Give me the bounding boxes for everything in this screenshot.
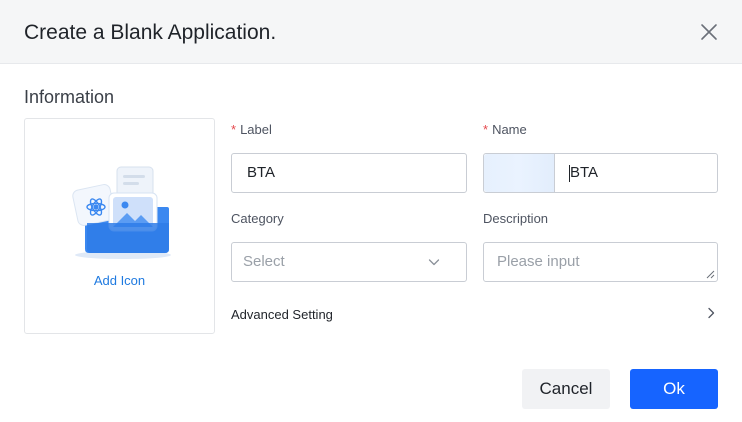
cancel-button[interactable]: Cancel (522, 369, 610, 409)
chevron-right-icon (708, 307, 715, 319)
text-caret (569, 165, 570, 182)
label-input[interactable]: BTA (231, 153, 467, 193)
resize-grip-icon[interactable] (706, 270, 715, 279)
name-input[interactable]: BTA (483, 153, 718, 193)
create-application-dialog: Create a Blank Application. Information (0, 0, 742, 422)
advanced-setting-row[interactable]: Advanced Setting (231, 304, 718, 326)
category-field-caption: Category (231, 211, 284, 226)
required-mark: * (231, 122, 237, 137)
category-select[interactable]: Select (231, 242, 467, 282)
name-prefix-addon (484, 154, 555, 192)
dialog-title: Create a Blank Application. (24, 21, 277, 44)
add-icon-panel[interactable]: Add Icon (24, 118, 215, 334)
add-icon-label: Add Icon (93, 273, 146, 288)
name-input-value: BTA (570, 164, 599, 181)
required-mark: * (483, 122, 489, 137)
description-textarea[interactable]: Please input (483, 242, 718, 282)
close-button[interactable] (698, 21, 720, 43)
dialog-header: Create a Blank Application. (0, 0, 742, 64)
description-field-caption: Description (483, 211, 549, 226)
ok-button[interactable]: Ok (630, 369, 718, 409)
label-field-caption: * Label (231, 122, 272, 138)
category-select-placeholder: Select (243, 253, 285, 270)
section-title-information: Information (24, 87, 115, 107)
label-caption-text: Label (240, 122, 272, 137)
folder-illustration-icon (72, 166, 171, 259)
description-placeholder: Please input (497, 253, 580, 270)
name-field-caption: * Name (483, 122, 527, 138)
advanced-setting-label: Advanced Setting (231, 307, 333, 322)
label-input-value: BTA (247, 164, 276, 181)
chevron-down-icon (428, 259, 440, 266)
name-caption-text: Name (492, 122, 527, 137)
close-icon (701, 24, 717, 40)
